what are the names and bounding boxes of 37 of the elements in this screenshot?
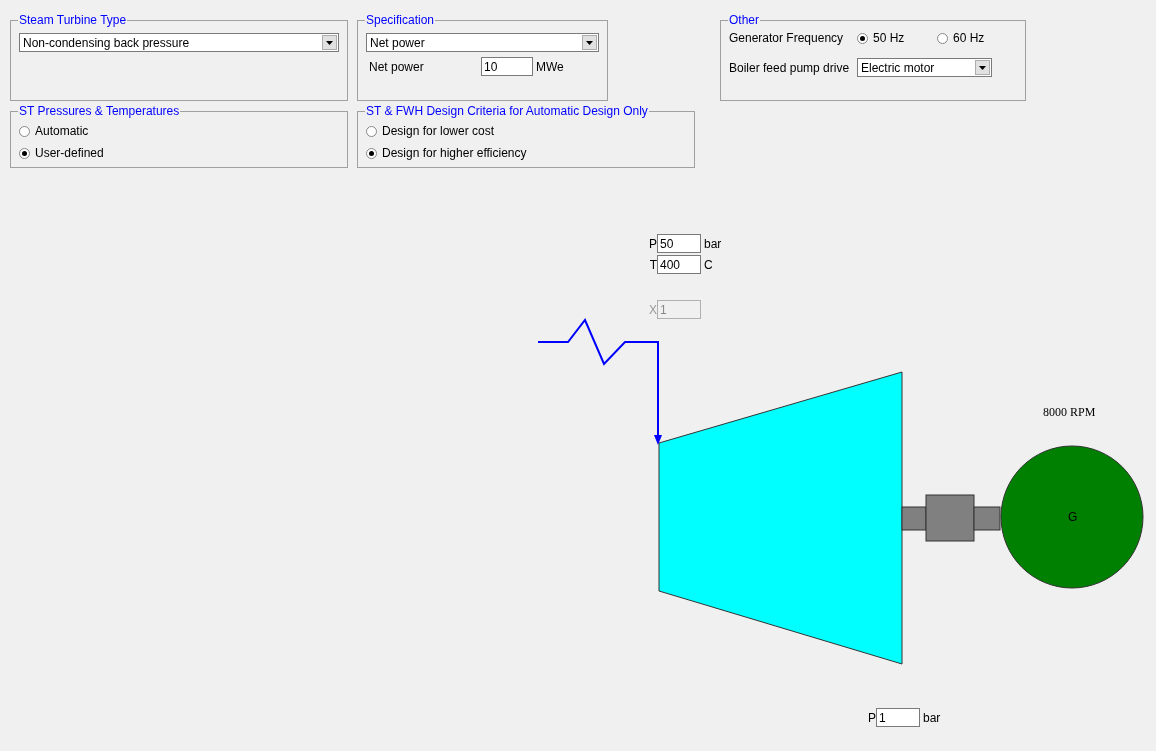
unit-label: bar [704,236,722,251]
radio-button[interactable]: 50 Hz [857,31,937,45]
radio-button[interactable]: Design for higher efficiency [366,142,686,164]
group-title: Specification [365,13,436,27]
radio-button[interactable]: Automatic [19,120,339,142]
shaft [973,506,1001,531]
group-title: ST Pressures & Temperatures [18,104,181,118]
shaft [901,506,927,531]
caret-icon [322,35,337,50]
unit-label: C [704,257,713,272]
dropdown[interactable]: Net power [366,33,599,52]
dropdown[interactable]: Electric motor [857,58,992,77]
radio-button[interactable]: Design for lower cost [366,120,686,142]
input-field[interactable]: 10 [481,57,533,76]
generator-label: G [1068,510,1078,524]
input-field[interactable]: 50 [657,234,701,253]
unit-label: MWe [536,59,564,74]
group-title: Other [728,13,760,27]
field-label: X [648,302,657,317]
field-label: P [867,710,876,725]
field-label: T [648,257,657,272]
caret-icon [582,35,597,50]
group-title: ST & FWH Design Criteria for Automatic Design Only [365,104,649,118]
input-field[interactable]: 400 [657,255,701,274]
radio-button[interactable]: 60 Hz [937,31,1017,45]
input-field[interactable]: 1 [876,708,920,727]
unit-label: bar [923,710,941,725]
speed-label: 8000 RPM [1043,405,1096,420]
coupling [925,494,975,542]
field-label: Net power [368,59,425,74]
field-label: Boiler feed pump drive [729,60,851,75]
radio-button[interactable]: User-defined [19,142,339,164]
field-label: P [648,236,657,251]
group-title: Steam Turbine Type [18,13,128,27]
dropdown[interactable]: Non-condensing back pressure [19,33,339,52]
field-label: Generator Frequency [729,31,845,45]
caret-icon [975,60,990,75]
